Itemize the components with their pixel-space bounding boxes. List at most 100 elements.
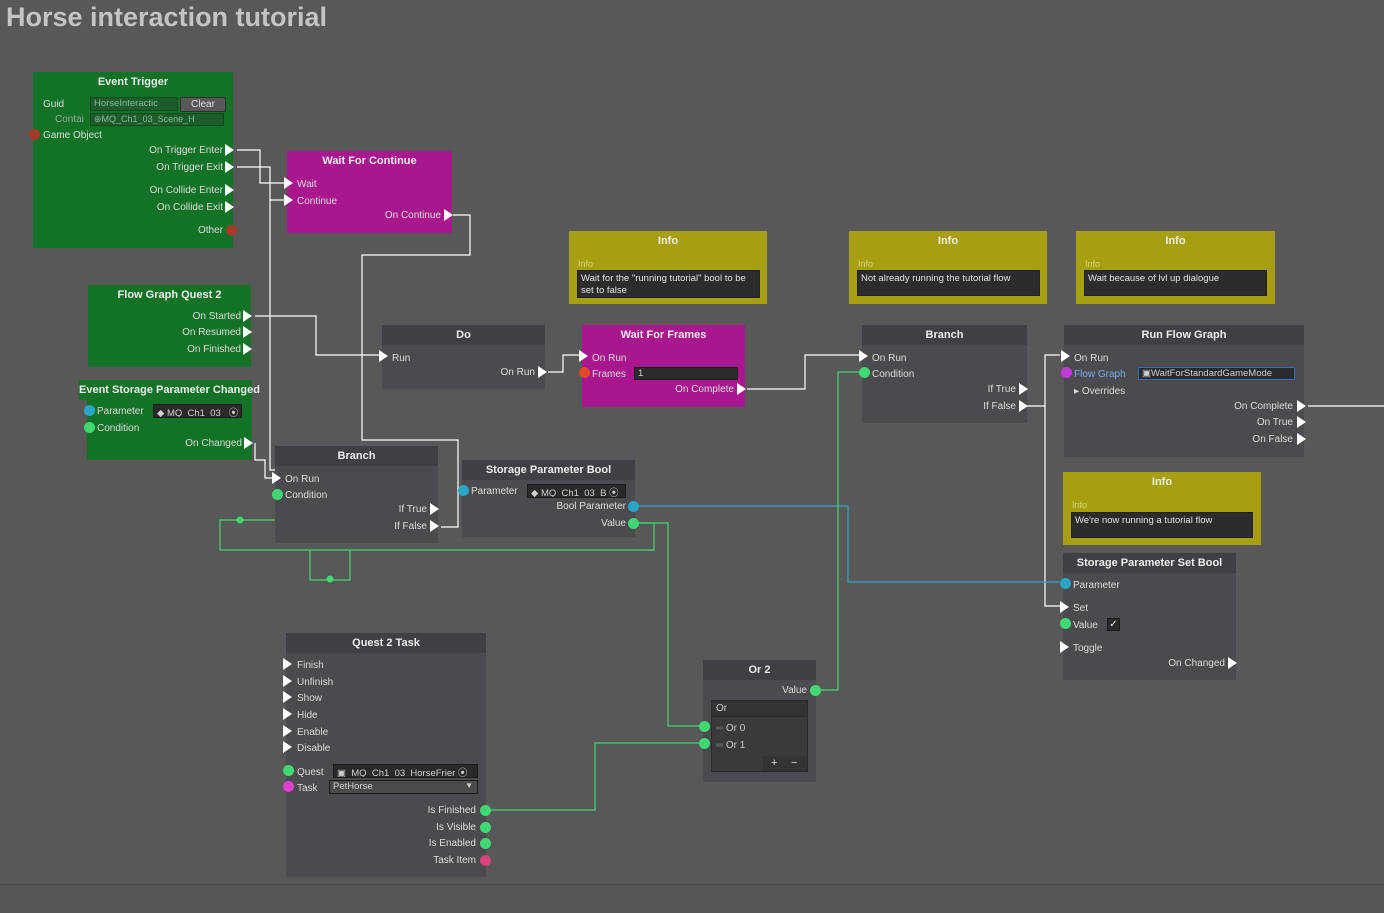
branch-node-1[interactable]: Branch On Run Condition If True If False xyxy=(859,325,1028,423)
on-collide-exit-port[interactable] xyxy=(225,201,234,213)
or-item-1[interactable]: ═ Or 1 xyxy=(716,740,745,751)
parameter-port[interactable] xyxy=(84,405,95,416)
event-storage-param-changed-node[interactable]: Event Storage Parameter Changed Paramete… xyxy=(79,380,260,460)
show-port[interactable] xyxy=(283,691,292,703)
on-run-port[interactable] xyxy=(272,472,281,484)
flow-graph-field[interactable]: ▣WaitForStandardGameMode xyxy=(1138,367,1295,380)
parameter-field[interactable]: ◆ MQ_Ch1_03_B ⦿ xyxy=(527,484,626,498)
on-complete-port[interactable] xyxy=(737,383,746,395)
quest-field[interactable]: ▣_MQ_Ch1_03_HorseFrier ⦿ xyxy=(333,764,478,778)
or-node[interactable]: Or 2 Value Or ═ Or 0 ═ Or 1 + − xyxy=(703,660,821,782)
quest-port[interactable] xyxy=(283,765,294,776)
info-text[interactable]: Wait for the "running tutorial" bool to … xyxy=(577,270,760,298)
on-trigger-exit-port[interactable] xyxy=(225,161,234,173)
contai-field[interactable]: ⊕MQ_Ch1_03_Scene_H xyxy=(90,113,224,126)
frames-input[interactable]: 1 xyxy=(634,367,738,380)
on-false-port[interactable] xyxy=(1297,433,1306,445)
branch-node-2[interactable]: Branch On Run Condition If True If False xyxy=(272,446,439,543)
unfinish-port[interactable] xyxy=(283,675,292,687)
task-item-port[interactable] xyxy=(480,855,491,866)
info-node-1[interactable]: Info Info Wait for the "running tutorial… xyxy=(569,231,767,304)
on-false-label: On False xyxy=(1252,434,1293,445)
parameter-port[interactable] xyxy=(458,485,469,496)
if-false-port[interactable] xyxy=(430,520,439,532)
value-port[interactable] xyxy=(1060,618,1071,629)
wait-port[interactable] xyxy=(284,177,293,189)
enable-port[interactable] xyxy=(283,725,292,737)
or-1-port[interactable] xyxy=(699,738,710,749)
info-text[interactable]: Wait because of lvl up dialogue xyxy=(1084,270,1267,296)
parameter-port[interactable] xyxy=(1060,578,1071,589)
set-port[interactable] xyxy=(1060,601,1069,613)
guid-field[interactable]: HorseInteractic xyxy=(90,97,178,111)
on-run-port[interactable] xyxy=(538,366,547,378)
add-button[interactable]: + xyxy=(771,756,777,771)
event-trigger-node[interactable]: Event Trigger Guid HorseInteractic Clear… xyxy=(29,72,237,248)
canvas-scrollbar[interactable] xyxy=(0,884,1384,913)
frames-label: Frames xyxy=(592,369,626,380)
flow-graph-port[interactable] xyxy=(1061,367,1072,378)
bool-parameter-port[interactable] xyxy=(628,501,639,512)
run-port[interactable] xyxy=(379,350,388,362)
other-port[interactable] xyxy=(226,225,237,236)
info-node-3[interactable]: Info Info Wait because of lvl up dialogu… xyxy=(1076,231,1275,304)
storage-parameter-set-bool-node[interactable]: Storage Parameter Set Bool Parameter Set… xyxy=(1060,553,1237,680)
game-object-port[interactable] xyxy=(29,129,40,140)
on-run-input-port[interactable] xyxy=(579,350,588,362)
on-run-port[interactable] xyxy=(859,350,868,362)
is-enabled-port[interactable] xyxy=(480,838,491,849)
if-true-port[interactable] xyxy=(1019,383,1028,395)
if-false-port[interactable] xyxy=(1019,400,1028,412)
task-dropdown[interactable]: PetHorse ▼ xyxy=(329,780,478,794)
on-collide-enter-port[interactable] xyxy=(225,184,234,196)
or-0-port[interactable] xyxy=(699,721,710,732)
if-true-port[interactable] xyxy=(430,503,439,515)
value-checkbox[interactable]: ✓ xyxy=(1107,618,1120,631)
parameter-value: MQ_Ch1_03_B xyxy=(540,488,607,498)
info-text[interactable]: We're now running a tutorial flow xyxy=(1071,512,1253,538)
toggle-port[interactable] xyxy=(1060,641,1069,653)
parameter-field[interactable]: ◆ MQ_Ch1_03_ ⦿ xyxy=(153,404,242,418)
condition-port[interactable] xyxy=(272,489,283,500)
continue-port[interactable] xyxy=(284,194,293,206)
hide-port[interactable] xyxy=(283,708,292,720)
on-complete-port[interactable] xyxy=(1297,400,1306,412)
wait-for-continue-node[interactable]: Wait For Continue Wait Continue On Conti… xyxy=(284,151,453,233)
on-true-port[interactable] xyxy=(1297,416,1306,428)
do-node[interactable]: Do Run On Run xyxy=(379,325,547,389)
or-item-0[interactable]: ═ Or 0 xyxy=(716,723,745,734)
task-port[interactable] xyxy=(283,781,294,792)
drag-handle-icon[interactable]: ═ xyxy=(716,740,723,751)
disable-port[interactable] xyxy=(283,741,292,753)
on-changed-port[interactable] xyxy=(244,437,253,449)
on-changed-port[interactable] xyxy=(1228,657,1237,669)
value-port[interactable] xyxy=(628,518,639,529)
condition-port[interactable] xyxy=(84,422,95,433)
is-finished-label: Is Finished xyxy=(427,805,476,816)
on-finished-port[interactable] xyxy=(243,343,252,355)
frames-port[interactable] xyxy=(579,367,590,378)
quest-task-node[interactable]: Quest 2 Task Finish Unfinish Show Hide E… xyxy=(283,633,491,877)
node-title: Branch xyxy=(275,446,438,466)
run-flow-graph-node[interactable]: Run Flow Graph On Run Flow Graph ▣WaitFo… xyxy=(1061,325,1306,457)
drag-handle-icon[interactable]: ═ xyxy=(716,723,723,734)
value-port[interactable] xyxy=(810,685,821,696)
is-finished-port[interactable] xyxy=(480,805,491,816)
clear-button[interactable]: Clear xyxy=(180,97,226,112)
finish-port[interactable] xyxy=(283,658,292,670)
storage-parameter-bool-node[interactable]: Storage Parameter Bool Parameter ◆ MQ_Ch… xyxy=(458,460,639,537)
on-continue-port[interactable] xyxy=(444,209,453,221)
flow-graph-quest-node[interactable]: Flow Graph Quest 2 On Started On Resumed… xyxy=(88,285,252,367)
on-resumed-port[interactable] xyxy=(243,326,252,338)
wait-for-frames-node[interactable]: Wait For Frames On Run Frames 1 On Compl… xyxy=(579,325,746,407)
info-node-2[interactable]: Info Info Not already running the tutori… xyxy=(849,231,1047,304)
info-text[interactable]: Not already running the tutorial flow xyxy=(857,270,1040,296)
on-trigger-enter-port[interactable] xyxy=(225,144,234,156)
condition-port[interactable] xyxy=(859,367,870,378)
on-run-port[interactable] xyxy=(1061,350,1070,362)
remove-button[interactable]: − xyxy=(791,756,797,771)
overrides-foldout[interactable]: ▸ Overrides xyxy=(1074,386,1125,397)
info-node-4[interactable]: Info Info We're now running a tutorial f… xyxy=(1063,472,1261,545)
is-visible-port[interactable] xyxy=(480,822,491,833)
on-started-port[interactable] xyxy=(243,310,252,322)
